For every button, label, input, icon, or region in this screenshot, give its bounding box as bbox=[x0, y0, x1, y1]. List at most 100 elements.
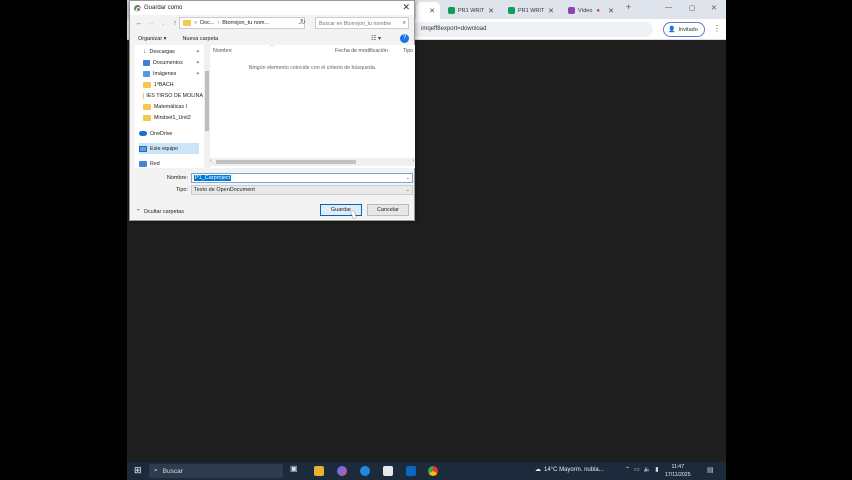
scroll-right-icon[interactable]: › bbox=[412, 158, 414, 164]
nav-item-onedrive[interactable]: OneDrive bbox=[139, 128, 199, 139]
save-button[interactable]: Guardar bbox=[320, 204, 362, 216]
pin-icon: ✦ bbox=[195, 48, 200, 55]
tab-active-partial[interactable]: ✕ bbox=[416, 2, 440, 19]
nav-item-imagenes[interactable]: Imágenes ✦ bbox=[143, 68, 203, 79]
chevron-icon: « bbox=[194, 20, 198, 26]
tab-pr1-write-1[interactable]: PR1 WRIT ✕ bbox=[443, 2, 499, 19]
task-view-icon[interactable]: ▣ bbox=[290, 464, 300, 474]
search-input[interactable]: Buscar en Btorrejon_tu nombre ⌕ bbox=[315, 17, 409, 29]
filename-row: Nombre: P1_Carproject ⌄ bbox=[130, 173, 414, 184]
organize-button[interactable]: Organizar ▾ bbox=[138, 36, 166, 42]
nav-item-label: IES TIRSO DE MOLINA bbox=[146, 92, 203, 99]
nav-item-documentos[interactable]: Documentos ✦ bbox=[143, 57, 203, 68]
refresh-icon[interactable]: ↻ bbox=[300, 18, 306, 26]
address-bar[interactable]: imqeff8export=download bbox=[413, 22, 653, 37]
images-icon bbox=[143, 70, 150, 77]
close-icon[interactable]: ✕ bbox=[548, 7, 554, 15]
taskbar-clock[interactable]: 11:47 17/11/2025 bbox=[665, 463, 691, 479]
recent-dropdown-icon[interactable]: ⌄ bbox=[157, 21, 169, 27]
battery-icon[interactable]: ▮ bbox=[655, 466, 658, 473]
chevron-down-icon[interactable]: ⌄ bbox=[406, 175, 410, 181]
nav-item-ies-tirso[interactable]: IES TIRSO DE MOLINA bbox=[143, 90, 203, 101]
hide-folders-button[interactable]: ⌃ Ocultar carpetas bbox=[136, 209, 184, 215]
back-icon[interactable]: ← bbox=[133, 20, 145, 27]
tab-title: Vídeo bbox=[578, 7, 593, 14]
taskbar: ⊞ ⌕ Buscar ▣ ☁ 14°C Mayorm. nubla... ⌃ ▭… bbox=[127, 462, 726, 480]
documents-icon bbox=[143, 59, 150, 66]
nav-item-mindset[interactable]: Mindset1_Unit2 bbox=[143, 112, 203, 123]
cancel-button[interactable]: Cancelar bbox=[367, 204, 409, 216]
store-icon[interactable] bbox=[383, 466, 393, 476]
filetype-select[interactable]: Texto de OpenDocument ⌄ bbox=[191, 185, 413, 195]
profile-button[interactable]: 👤 Invitado bbox=[663, 22, 705, 37]
nav-item-label: 1ºBACH bbox=[154, 81, 174, 88]
breadcrumb[interactable]: « Doc... › Btorrejon_tu nom... ⌄ bbox=[179, 17, 305, 29]
chevron-down-icon[interactable]: ⌄ bbox=[406, 187, 410, 193]
pin-icon: ✦ bbox=[195, 59, 200, 66]
download-icon: ↓ bbox=[143, 48, 147, 55]
save-as-dialog: Guardar como ✕ ← → ⌄ ↑ « Doc... › Btorre… bbox=[129, 0, 415, 221]
volume-icon[interactable]: 🔈 bbox=[644, 466, 651, 473]
tab-pr1-write-2[interactable]: PR1 WRIT ✕ bbox=[503, 2, 559, 19]
column-header-type[interactable]: Tipo bbox=[403, 48, 413, 54]
system-tray: ⌃ ▭ 🔈 ▮ bbox=[625, 466, 659, 473]
more-menu-icon[interactable]: ⋮ bbox=[713, 24, 721, 33]
video-icon bbox=[568, 7, 575, 14]
new-folder-button[interactable]: Nueva carpeta bbox=[182, 36, 218, 42]
minimize-icon[interactable]: — bbox=[665, 4, 672, 11]
chevron-up-icon[interactable]: ⌃ bbox=[625, 466, 630, 473]
view-options-icon[interactable]: ☷ ▾ bbox=[371, 35, 381, 42]
close-icon[interactable]: ✕ bbox=[429, 7, 435, 15]
filetype-value: Texto de OpenDocument bbox=[194, 187, 255, 193]
close-icon[interactable]: ✕ bbox=[402, 2, 410, 13]
tab-title: PR1 WRIT bbox=[458, 7, 485, 14]
onedrive-icon bbox=[139, 131, 147, 136]
nav-item-label: Imágenes bbox=[153, 70, 177, 77]
file-explorer-icon[interactable] bbox=[314, 466, 324, 476]
nav-item-1bach[interactable]: 1ºBACH bbox=[143, 79, 203, 90]
maximize-icon[interactable]: ▢ bbox=[689, 4, 696, 12]
sort-arrow-icon: ⌃ bbox=[270, 45, 275, 50]
hide-folders-label: Ocultar carpetas bbox=[143, 209, 184, 215]
horizontal-scrollbar[interactable]: ‹ › bbox=[210, 158, 415, 166]
new-tab-button[interactable]: + bbox=[626, 2, 631, 12]
chrome-taskbar-icon[interactable] bbox=[428, 466, 438, 476]
clock-date: 17/11/2025 bbox=[665, 472, 691, 478]
nav-item-este-equipo[interactable]: Este equipo bbox=[139, 143, 199, 154]
scrollbar-thumb[interactable] bbox=[216, 160, 356, 164]
nav-item-matematicas[interactable]: Matemáticas I bbox=[143, 101, 203, 112]
close-icon[interactable]: ✕ bbox=[608, 7, 614, 15]
taskbar-search[interactable]: ⌕ Buscar bbox=[149, 464, 283, 478]
help-icon[interactable]: ? bbox=[400, 34, 409, 43]
nav-item-descargas[interactable]: ↓ Descargas ✦ bbox=[143, 46, 203, 57]
edge-icon[interactable] bbox=[360, 466, 370, 476]
column-header-name[interactable]: Nombre bbox=[213, 48, 232, 54]
tab-video[interactable]: Vídeo ● ✕ bbox=[563, 2, 619, 19]
column-header-date[interactable]: Fecha de modificación bbox=[335, 48, 388, 54]
column-headers: Nombre ⌃ Fecha de modificación Tipo bbox=[210, 45, 415, 57]
docs-icon bbox=[508, 7, 515, 14]
forward-icon[interactable]: → bbox=[145, 20, 157, 27]
windows-start-icon[interactable]: ⊞ bbox=[134, 465, 142, 476]
scroll-left-icon[interactable]: ‹ bbox=[210, 158, 212, 164]
dialog-titlebar: Guardar como ✕ bbox=[130, 1, 414, 15]
empty-state-message: Ningún elemento coincide con el criterio… bbox=[248, 65, 377, 71]
network-icon[interactable]: ▭ bbox=[634, 466, 640, 473]
outlook-icon[interactable] bbox=[406, 466, 416, 476]
chevron-up-icon: ⌃ bbox=[136, 209, 141, 215]
scrollbar-thumb[interactable] bbox=[205, 71, 209, 131]
copilot-icon[interactable] bbox=[337, 466, 347, 476]
close-window-icon[interactable]: ✕ bbox=[711, 4, 717, 12]
nav-item-red[interactable]: Red bbox=[139, 158, 199, 168]
breadcrumb-item[interactable]: Doc... bbox=[200, 20, 214, 26]
close-icon[interactable]: ✕ bbox=[488, 7, 494, 15]
weather-widget[interactable]: ☁ 14°C Mayorm. nubla... bbox=[535, 466, 604, 474]
search-icon: ⌕ bbox=[154, 467, 158, 474]
address-row: ← → ⌄ ↑ « Doc... › Btorrejon_tu nom... ⌄… bbox=[130, 15, 414, 32]
filename-input[interactable]: P1_Carproject ⌄ bbox=[191, 173, 413, 183]
chrome-icon bbox=[134, 4, 141, 12]
nav-item-label: Matemáticas I bbox=[154, 103, 187, 110]
notifications-icon[interactable]: ▤ bbox=[707, 466, 714, 474]
nav-item-label: Descargas bbox=[149, 48, 175, 55]
breadcrumb-item[interactable]: Btorrejon_tu nom... bbox=[222, 20, 269, 26]
